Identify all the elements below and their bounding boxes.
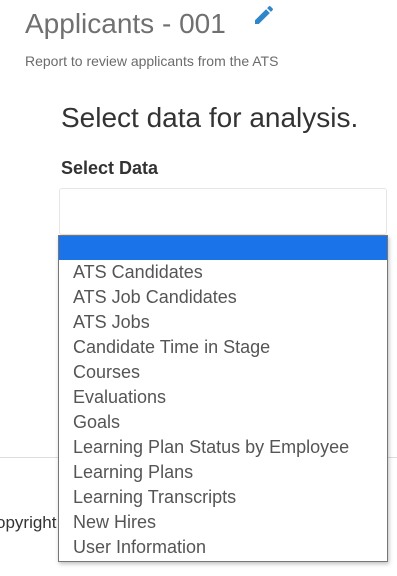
dropdown-option-ats-candidates[interactable]: ATS Candidates — [59, 260, 387, 285]
pencil-icon[interactable] — [252, 3, 276, 27]
dropdown-option-courses[interactable]: Courses — [59, 360, 387, 385]
page-title: Applicants - 001 — [25, 8, 226, 39]
dropdown-option-ats-jobs[interactable]: ATS Jobs — [59, 310, 387, 335]
section-heading: Select data for analysis. — [61, 102, 359, 133]
dropdown-option-blank[interactable] — [59, 236, 387, 260]
dropdown-option-learning-transcripts[interactable]: Learning Transcripts — [59, 485, 387, 510]
dropdown-option-candidate-time-in-stage[interactable]: Candidate Time in Stage — [59, 335, 387, 360]
select-data-dropdown[interactable] — [59, 188, 387, 235]
dropdown-option-evaluations[interactable]: Evaluations — [59, 385, 387, 410]
dropdown-option-user-information[interactable]: User Information — [59, 535, 387, 560]
dropdown-option-list[interactable]: ATS Candidates ATS Job Candidates ATS Jo… — [58, 235, 388, 562]
page-subtitle: Report to review applicants from the ATS — [25, 53, 279, 69]
dropdown-option-learning-plan-status[interactable]: Learning Plan Status by Employee — [59, 435, 387, 460]
dropdown-option-learning-plans[interactable]: Learning Plans — [59, 460, 387, 485]
dropdown-option-new-hires[interactable]: New Hires — [59, 510, 387, 535]
select-data-label: Select Data — [61, 158, 159, 178]
dropdown-option-goals[interactable]: Goals — [59, 410, 387, 435]
dropdown-option-ats-job-candidates[interactable]: ATS Job Candidates — [59, 285, 387, 310]
footer-copyright: opyright — [0, 513, 57, 532]
